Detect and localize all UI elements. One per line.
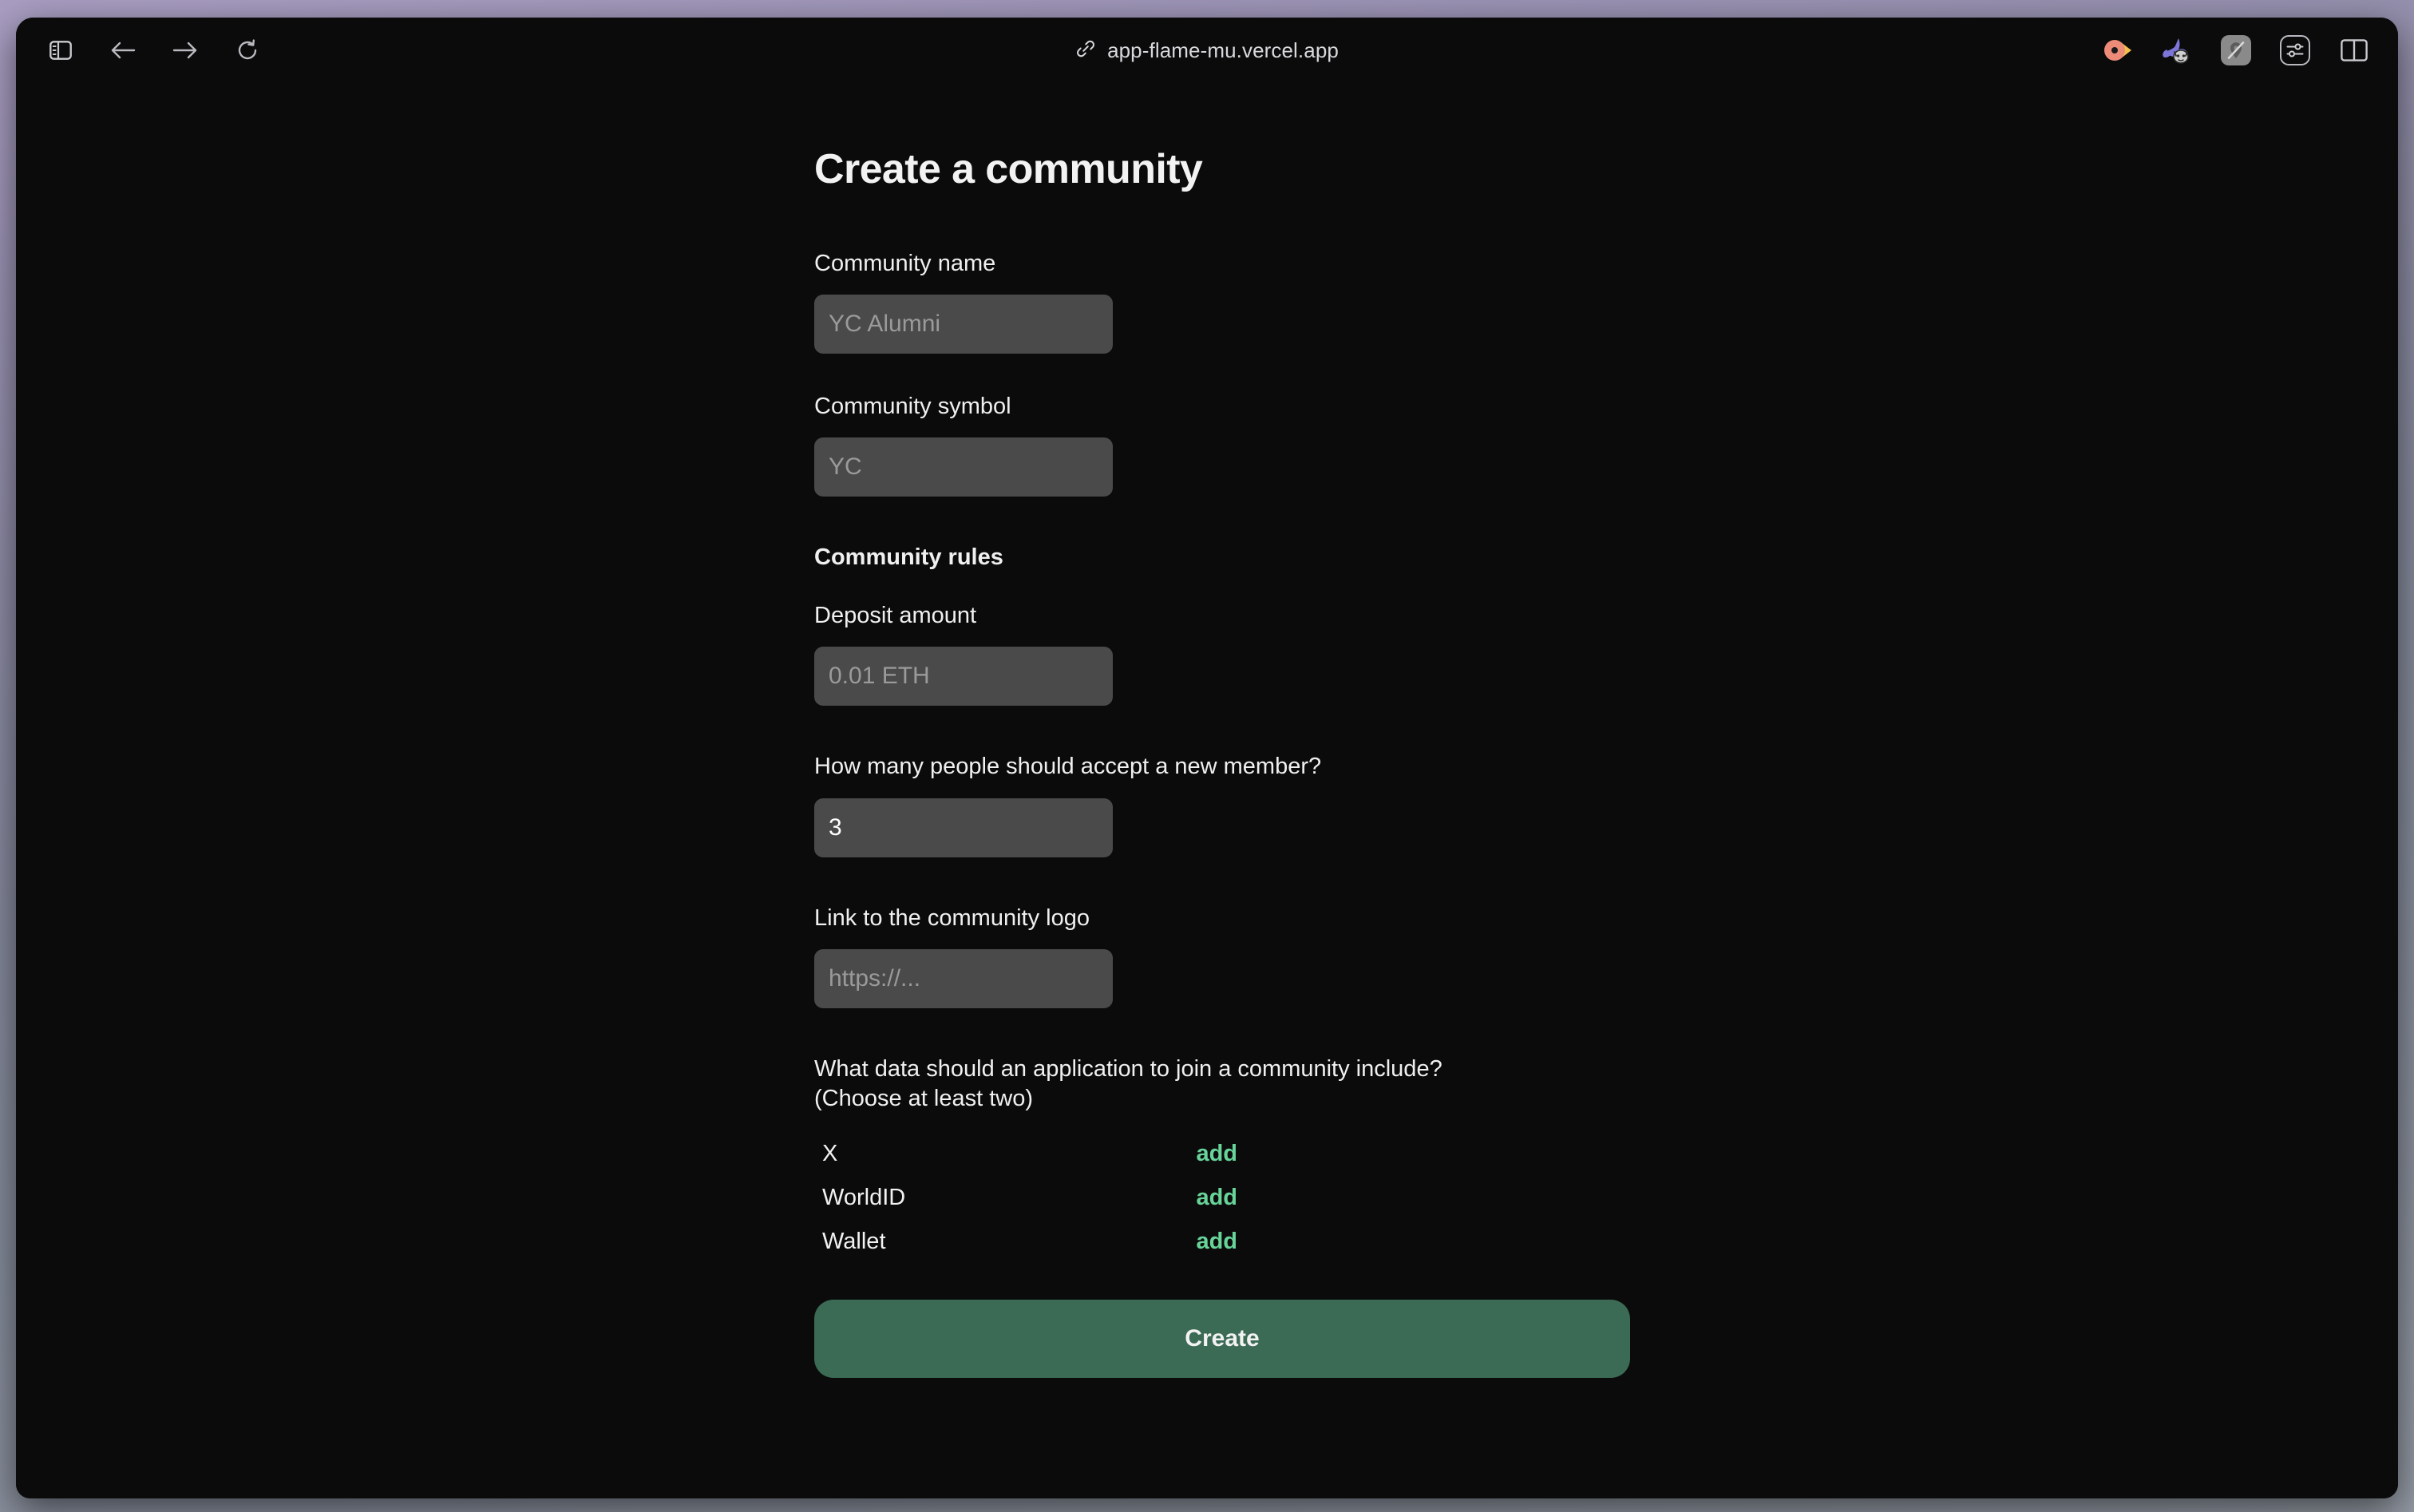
toolbar-left-controls <box>16 34 263 66</box>
address-bar-container: app-flame-mu.vercel.app <box>16 18 2398 83</box>
page-title: Create a community <box>814 146 1203 192</box>
raycast-extension-icon[interactable] <box>2101 34 2135 67</box>
field-community-symbol: Community symbol <box>814 392 1772 497</box>
field-application-data: What data should an application to join … <box>814 1055 1772 1273</box>
community-name-input[interactable] <box>814 295 1113 354</box>
logo-link-input[interactable] <box>814 948 1113 1008</box>
field-deposit-amount: Deposit amount <box>814 601 1772 707</box>
community-symbol-input[interactable] <box>814 437 1113 497</box>
browser-toolbar: app-flame-mu.vercel.app <box>16 18 2398 83</box>
logo-link-label: Link to the community logo <box>814 904 1090 931</box>
application-data-label-line2: (Choose at least two) <box>814 1085 1034 1111</box>
field-acceptor-count: How many people should accept a new memb… <box>814 752 1772 857</box>
create-community-form: Create a community Community name Commun… <box>814 145 1772 1378</box>
address-bar[interactable]: app-flame-mu.vercel.app <box>1061 34 1353 68</box>
sliders-extension-icon[interactable] <box>2278 34 2312 67</box>
community-rules-heading: Community rules <box>814 544 1003 571</box>
rabbit-cat-extension-icon[interactable] <box>2160 34 2194 67</box>
community-symbol-label: Community symbol <box>814 394 1011 420</box>
create-button[interactable]: Create <box>814 1299 1630 1378</box>
sidebar-toggle-icon[interactable] <box>45 34 77 66</box>
deposit-amount-input[interactable] <box>814 647 1113 707</box>
option-label: WorldID <box>822 1184 906 1210</box>
toolbar-extensions <box>2101 18 2371 83</box>
page-viewport: Create a community Community name Commun… <box>16 83 2398 1498</box>
list-item: Wallet add <box>822 1229 1237 1273</box>
location-off-extension-icon[interactable] <box>2219 34 2253 67</box>
community-name-label: Community name <box>814 251 996 276</box>
back-arrow-icon[interactable] <box>107 34 139 66</box>
option-label: Wallet <box>822 1228 886 1254</box>
acceptor-count-input[interactable] <box>814 798 1113 857</box>
application-data-options: X add WorldID add Wallet add <box>822 1141 1237 1273</box>
acceptor-count-label: How many people should accept a new memb… <box>814 754 1322 780</box>
list-item: WorldID add <box>822 1185 1237 1229</box>
field-logo-link: Link to the community logo <box>814 904 1772 1008</box>
application-data-label-line1: What data should an application to join … <box>814 1055 1442 1082</box>
field-community-name: Community name <box>814 249 1772 354</box>
link-icon <box>1075 38 1096 63</box>
reload-icon[interactable] <box>232 34 263 66</box>
deposit-amount-label: Deposit amount <box>814 603 977 629</box>
list-item: X add <box>822 1141 1237 1185</box>
tab-split-view-icon[interactable] <box>2337 34 2371 67</box>
option-label: X <box>822 1140 838 1166</box>
add-option-link[interactable]: add <box>1196 1229 1237 1255</box>
forward-arrow-icon[interactable] <box>169 34 201 66</box>
browser-window: app-flame-mu.vercel.app Create a communi… <box>16 18 2398 1498</box>
add-option-link[interactable]: add <box>1196 1141 1237 1167</box>
address-text: app-flame-mu.vercel.app <box>1107 38 1339 62</box>
add-option-link[interactable]: add <box>1196 1185 1237 1211</box>
